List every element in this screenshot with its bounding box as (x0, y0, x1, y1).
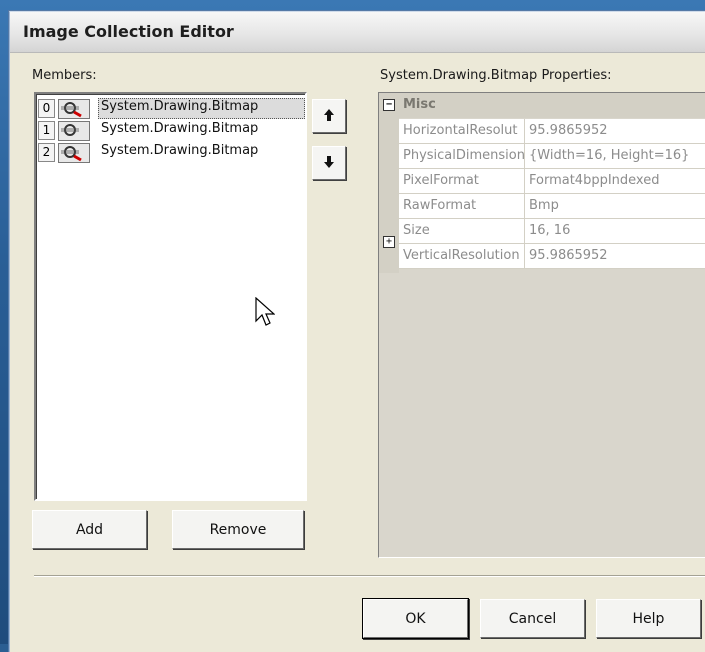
members-label: Members: (32, 68, 97, 83)
property-row[interactable]: RawFormat Bmp (399, 194, 705, 219)
mouse-pointer-icon (255, 296, 276, 327)
remove-button[interactable]: Remove (172, 510, 304, 549)
list-item[interactable]: 0 System.Drawing.Bitmap (38, 97, 305, 119)
member-index: 1 (38, 121, 55, 140)
image-collection-editor-dialog: Image Collection Editor Members: 0 Syste… (9, 11, 705, 652)
title-bar[interactable]: Image Collection Editor (10, 12, 705, 53)
category-label: Misc (403, 97, 436, 112)
property-row[interactable]: HorizontalResolut 95.9865952 (399, 119, 705, 144)
property-row[interactable]: VerticalResolution 95.9865952 (399, 244, 705, 269)
arrow-up-icon (323, 107, 335, 126)
property-name: PhysicalDimension (399, 144, 525, 168)
bitmap-thumbnail-icon (58, 99, 90, 119)
collapse-icon[interactable]: − (383, 99, 395, 111)
property-value: 95.9865952 (529, 248, 608, 263)
move-up-button[interactable] (312, 99, 346, 133)
properties-label: System.Drawing.Bitmap Properties: (380, 68, 612, 83)
property-value: {Width=16, Height=16} (529, 148, 690, 163)
member-index: 0 (38, 99, 55, 118)
list-item[interactable]: 1 System.Drawing.Bitmap (38, 119, 300, 141)
move-down-button[interactable] (312, 146, 346, 180)
arrow-down-icon (323, 154, 335, 173)
member-name: System.Drawing.Bitmap (101, 121, 259, 136)
property-name: RawFormat (399, 194, 525, 218)
cancel-button[interactable]: Cancel (480, 599, 585, 638)
property-value: Bmp (529, 198, 559, 213)
add-button[interactable]: Add (32, 510, 147, 549)
bitmap-thumbnail-icon (58, 143, 90, 163)
ok-button[interactable]: OK (363, 599, 468, 638)
property-row[interactable]: PixelFormat Format4bppIndexed (399, 169, 705, 194)
footer-separator (34, 575, 705, 577)
help-button[interactable]: Help (596, 599, 701, 638)
property-value: 16, 16 (529, 223, 571, 238)
list-item[interactable]: 2 System.Drawing.Bitmap (38, 141, 300, 163)
property-row[interactable]: Size 16, 16 (399, 219, 705, 244)
category-row-misc[interactable]: − Misc (379, 93, 705, 118)
property-name: VerticalResolution (399, 244, 525, 268)
expand-icon[interactable]: + (383, 236, 395, 248)
property-name: HorizontalResolut (399, 119, 525, 143)
property-value: Format4bppIndexed (529, 173, 660, 188)
member-index: 2 (38, 143, 55, 162)
property-row[interactable]: PhysicalDimension {Width=16, Height=16} (399, 144, 705, 169)
property-name: Size (399, 219, 525, 243)
bitmap-thumbnail-icon (58, 121, 90, 141)
property-grid[interactable]: − Misc HorizontalResolut 95.9865952 Phys… (378, 92, 705, 558)
dialog-title: Image Collection Editor (23, 22, 234, 41)
property-value: 95.9865952 (529, 123, 608, 138)
member-name: System.Drawing.Bitmap (101, 143, 259, 158)
property-name: PixelFormat (399, 169, 525, 193)
member-name: System.Drawing.Bitmap (101, 99, 259, 114)
